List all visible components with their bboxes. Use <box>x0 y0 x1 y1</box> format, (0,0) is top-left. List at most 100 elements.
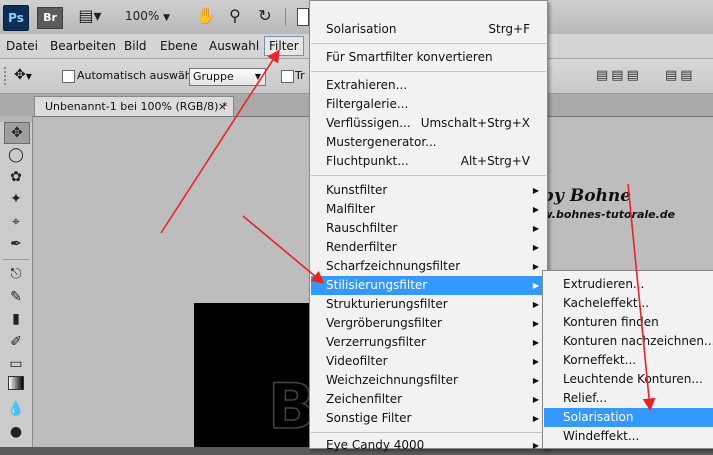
menu-item-filtergalerie[interactable]: Filtergalerie... <box>311 95 546 114</box>
menu-bearbeiten[interactable]: Bearbeiten <box>46 37 120 55</box>
menu-item-vergroeberungsfilter[interactable]: Vergröberungsfilter ▶ <box>311 314 546 333</box>
menu-item-verfluessigen[interactable]: Verflüssigen... Umschalt+Strg+X <box>311 114 546 133</box>
divider <box>3 259 29 260</box>
submenu-item-relief[interactable]: Relief... <box>544 389 713 408</box>
menu-item-label: Mustergenerator... <box>326 135 437 149</box>
submenu-arrow-icon: ▶ <box>532 243 539 252</box>
menu-item-label: Für Smartfilter konvertieren <box>326 50 493 64</box>
menu-item-label: Konturen finden <box>563 315 659 329</box>
film-strip-icon[interactable]: ▤▾ <box>75 6 105 26</box>
crop-tool-icon[interactable]: ⌖ <box>4 212 28 232</box>
dodge-tool-icon[interactable]: ● <box>4 422 28 442</box>
brush-tool-icon[interactable]: ✎ <box>4 287 28 307</box>
menu-item-videofilter[interactable]: Videofilter ▶ <box>311 352 546 371</box>
menu-item-label: Solarisation <box>326 22 397 36</box>
submenu-item-leuchtende-konturen[interactable]: Leuchtende Konturen... <box>544 370 713 389</box>
menu-item-zeichenfilter[interactable]: Zeichenfilter ▶ <box>311 390 546 409</box>
stilisierungsfilter-submenu: Extrudieren... Kacheleffekt... Konturen … <box>542 270 713 449</box>
move-tool-icon[interactable]: ✥ <box>4 122 30 144</box>
submenu-arrow-icon: ▶ <box>532 441 539 450</box>
submenu-arrow-icon: ▶ <box>532 319 539 328</box>
menu-item-stilisierungsfilter[interactable]: Stilisierungsfilter ▶ <box>311 276 546 295</box>
submenu-item-extrudieren[interactable]: Extrudieren... <box>544 275 713 294</box>
menu-item-fluchtpunkt[interactable]: Fluchtpunkt... Alt+Strg+V <box>311 152 546 171</box>
menu-item-mustergenerator[interactable]: Mustergenerator... <box>311 133 546 152</box>
close-tab-icon[interactable]: × <box>218 97 227 117</box>
menu-item-label: Stilisierungsfilter <box>326 278 428 292</box>
submenu-item-konturen-nachzeichnen[interactable]: Konturen nachzeichnen... <box>544 332 713 351</box>
menu-item-kunstfilter[interactable]: Kunstfilter ▶ <box>311 181 546 200</box>
menu-item-verzerrungsfilter[interactable]: Verzerrungsfilter ▶ <box>311 333 546 352</box>
submenu-arrow-icon: ▶ <box>532 262 539 271</box>
zoom-level-dropdown[interactable]: 100% ▼ <box>125 9 170 23</box>
auto-select-value: Gruppe <box>193 70 234 83</box>
rotate-view-icon[interactable]: ↻ <box>254 6 276 26</box>
hand-tool-icon[interactable]: ✋ <box>195 6 217 26</box>
submenu-item-kacheleffekt[interactable]: Kacheleffekt... <box>544 294 713 313</box>
auto-select-checkbox[interactable] <box>62 70 75 83</box>
filter-menu: Solarisation Strg+F Für Smartfilter konve… <box>309 0 548 452</box>
photoshop-logo: Ps <box>3 5 29 31</box>
menu-item-label: Verflüssigen... <box>326 116 411 130</box>
magic-wand-tool-icon[interactable]: ✦ <box>4 189 28 209</box>
gradient-tool-icon[interactable] <box>4 376 28 396</box>
submenu-arrow-icon: ▶ <box>532 224 539 233</box>
menu-item-label: Leuchtende Konturen... <box>563 372 703 386</box>
menu-item-scharfzeichnungsfilter[interactable]: Scharfzeichnungsfilter ▶ <box>311 257 546 276</box>
menu-filter[interactable]: Filter <box>264 36 304 56</box>
menu-ebene[interactable]: Ebene <box>156 37 202 55</box>
menu-item-malfilter[interactable]: Malfilter ▶ <box>311 200 546 219</box>
stamp-tool-icon[interactable]: ▮ <box>4 309 28 329</box>
menu-item-last-filter[interactable]: Solarisation Strg+F <box>311 20 546 39</box>
menu-item-eye-candy[interactable]: Eye Candy 4000 ▶ <box>311 436 546 455</box>
distribute-icons[interactable]: ▤▤ <box>665 68 696 83</box>
auto-select-dropdown[interactable]: Gruppe ▼ <box>189 68 266 86</box>
menu-item-rauschfilter[interactable]: Rauschfilter ▶ <box>311 219 546 238</box>
menu-item-label: Vergröberungsfilter <box>326 316 442 330</box>
lasso-tool-icon[interactable]: ✿ <box>4 167 28 187</box>
menu-item-sonstige-filter[interactable]: Sonstige Filter ▶ <box>311 409 546 428</box>
submenu-arrow-icon: ▶ <box>532 395 539 404</box>
healing-brush-tool-icon[interactable]: ⎋ <box>4 264 28 284</box>
grip-handle[interactable] <box>4 67 10 85</box>
zoom-tool-icon[interactable]: ⚲ <box>224 6 246 26</box>
screen-mode-icon[interactable] <box>297 8 309 26</box>
menu-item-label: Fluchtpunkt... <box>326 154 409 168</box>
menu-item-label: Scharfzeichnungsfilter <box>326 259 461 273</box>
marquee-tool-icon[interactable]: ◯ <box>4 145 28 165</box>
menu-item-renderfilter[interactable]: Renderfilter ▶ <box>311 238 546 257</box>
menu-datei[interactable]: Datei <box>2 37 42 55</box>
menu-item-label: Rauschfilter <box>326 221 398 235</box>
align-icons[interactable]: ▤▤▤ <box>596 68 642 83</box>
menu-separator <box>311 71 546 72</box>
submenu-item-windeffekt[interactable]: Windeffekt... <box>544 427 713 446</box>
watermark-text: by Bohne <box>542 186 632 206</box>
document-tab[interactable]: Unbenannt-1 bei 100% (RGB/8) * × <box>34 96 234 116</box>
history-brush-tool-icon[interactable]: ✐ <box>4 332 28 352</box>
menu-item-label: Extrahieren... <box>326 78 408 92</box>
eraser-tool-icon[interactable]: ▭ <box>4 354 28 374</box>
menu-item-extrahieren[interactable]: Extrahieren... <box>311 76 546 95</box>
menu-item-label: Kunstfilter <box>326 183 388 197</box>
menu-item-label: Solarisation <box>563 410 634 424</box>
eyedropper-tool-icon[interactable]: ✒ <box>4 234 28 254</box>
bridge-button[interactable]: Br <box>37 7 63 29</box>
menu-item-weichzeichnungsfilter[interactable]: Weichzeichnungsfilter ▶ <box>311 371 546 390</box>
menu-item-strukturierungsfilter[interactable]: Strukturierungsfilter ▶ <box>311 295 546 314</box>
menu-item-label: Konturen nachzeichnen... <box>563 334 713 348</box>
menu-auswahl[interactable]: Auswahl <box>205 37 263 55</box>
blur-tool-icon[interactable]: 💧 <box>4 399 28 419</box>
submenu-item-solarisation[interactable]: Solarisation <box>544 408 713 427</box>
menu-item-label: Windeffekt... <box>563 429 640 443</box>
submenu-item-korneffekt[interactable]: Korneffekt... <box>544 351 713 370</box>
menu-item-shortcut: Alt+Strg+V <box>460 154 530 168</box>
menu-bild[interactable]: Bild <box>120 37 151 55</box>
submenu-arrow-icon: ▶ <box>532 338 539 347</box>
move-tool-preset-icon[interactable]: ✥▼ <box>14 67 32 83</box>
transform-controls-checkbox[interactable] <box>281 70 294 83</box>
submenu-item-konturen-finden[interactable]: Konturen finden <box>544 313 713 332</box>
tools-panel: ✥ ◯ ✿ ✦ ⌖ ✒ ⎋ ✎ ▮ ✐ ▭ 💧 ● <box>0 116 33 447</box>
menu-item-smartfilter[interactable]: Für Smartfilter konvertieren <box>311 48 546 67</box>
submenu-arrow-icon: ▶ <box>532 300 539 309</box>
menu-item-label: Filtergalerie... <box>326 97 409 111</box>
